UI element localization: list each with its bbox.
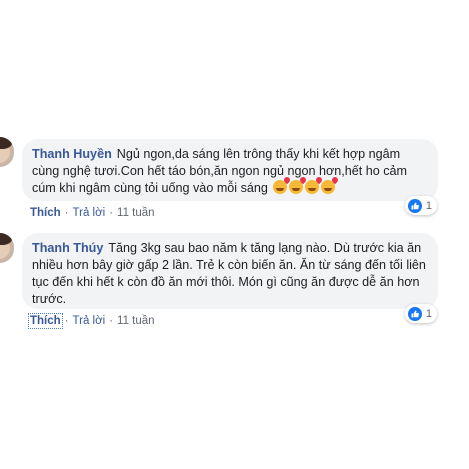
like-link[interactable]: Thích <box>28 313 63 329</box>
avatar[interactable] <box>0 137 14 167</box>
reaction-count[interactable]: 1 <box>404 196 437 215</box>
separator: · <box>109 207 114 219</box>
separator: · <box>64 315 69 327</box>
comment-bubble: Thanh Thúy Tăng 3kg sau bao năm k tăng lạ… <box>22 233 438 309</box>
thumbs-up-icon <box>407 306 422 321</box>
thumbs-up-icon <box>407 198 422 213</box>
comment-time[interactable]: 11 tuần <box>117 207 155 219</box>
comment-bubble: Thanh Huyền Ngủ ngon,da sáng lên trông th… <box>22 139 438 201</box>
comment-author[interactable]: Thanh Huyền <box>32 147 112 161</box>
separator: · <box>109 315 114 327</box>
smiling-face-with-hearts-icon <box>321 180 336 194</box>
reaction-count-value: 1 <box>425 199 432 212</box>
smiling-face-with-hearts-icon <box>305 180 320 194</box>
reply-link[interactable]: Trả lời <box>73 315 106 327</box>
like-link[interactable]: Thích <box>30 207 61 219</box>
avatar[interactable] <box>0 233 14 263</box>
reaction-count[interactable]: 1 <box>404 304 437 323</box>
reaction-count-value: 1 <box>425 307 432 320</box>
comment-time[interactable]: 11 tuần <box>117 315 155 327</box>
smiling-face-with-hearts-icon <box>273 180 288 194</box>
smiling-face-with-hearts-icon <box>289 180 304 194</box>
top-divider <box>0 0 469 1</box>
separator: · <box>64 207 69 219</box>
comment-actions: Thích · Trả lời · 11 tuần <box>28 313 155 329</box>
reply-link[interactable]: Trả lời <box>73 207 106 219</box>
comment-actions: Thích · Trả lời · 11 tuần <box>30 207 155 219</box>
comment-author[interactable]: Thanh Thúy <box>32 241 103 255</box>
